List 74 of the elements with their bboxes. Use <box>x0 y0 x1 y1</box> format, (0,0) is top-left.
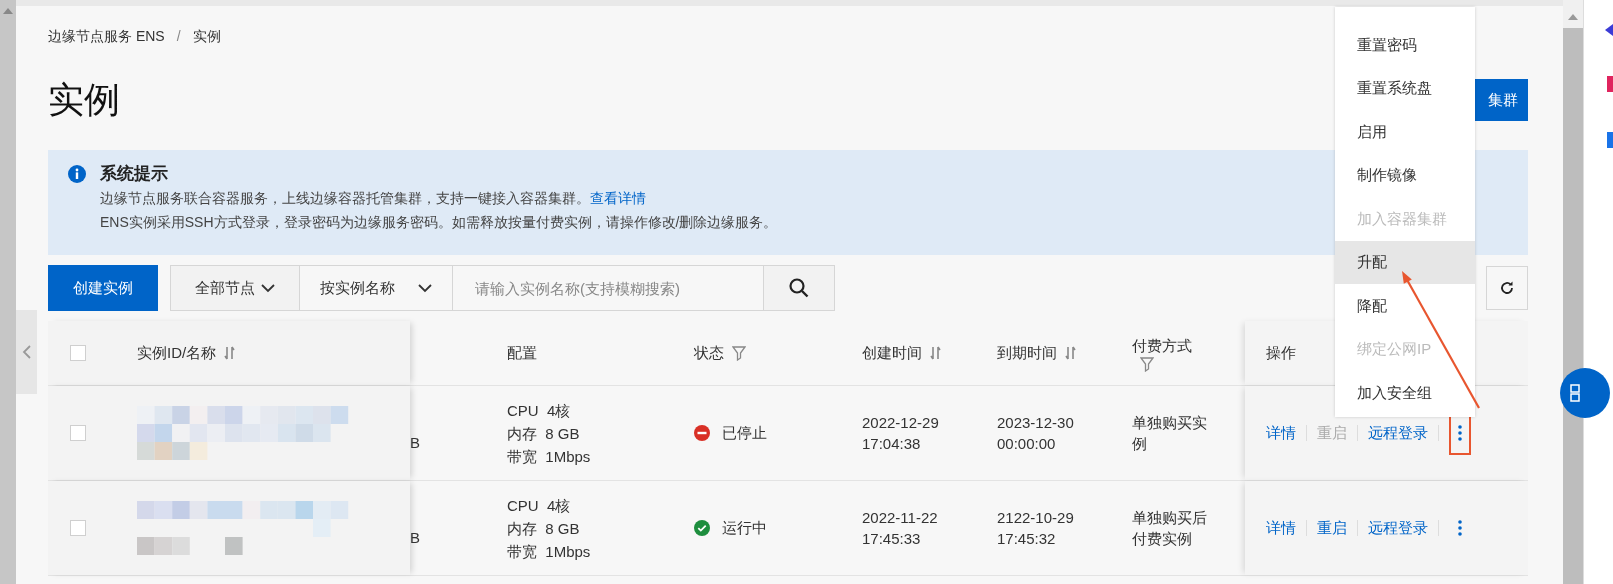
config-text: 带宽 1Mbps <box>507 446 591 467</box>
scrollbar[interactable] <box>1563 0 1583 584</box>
action-link[interactable]: 远程登录 <box>1368 421 1428 445</box>
action-link[interactable]: 详情 <box>1266 421 1296 445</box>
menu-item[interactable]: 重置密码 <box>1335 23 1475 67</box>
chevron-down-icon <box>418 283 432 293</box>
stopped-icon <box>694 425 710 441</box>
filter-icon[interactable] <box>1140 356 1154 372</box>
notice-title: 系统提示 <box>100 163 169 185</box>
action-link[interactable]: 重启 <box>1317 516 1347 540</box>
search-type-select[interactable]: 按实例名称 <box>300 265 453 311</box>
menu-item[interactable]: 重置系统盘 <box>1335 66 1475 110</box>
arrow-icon[interactable] <box>1605 24 1613 36</box>
action-link[interactable]: 远程登录 <box>1368 516 1428 540</box>
action-link[interactable]: 详情 <box>1266 516 1296 540</box>
breadcrumb-current: 实例 <box>192 26 221 46</box>
config-text: 内存 8 GB <box>507 518 581 539</box>
refresh-icon <box>1499 280 1515 296</box>
sort-icon[interactable] <box>930 346 941 360</box>
menu-item[interactable]: 降配 <box>1335 284 1475 328</box>
checkbox[interactable] <box>70 425 86 441</box>
menu-item[interactable]: 制作镜像 <box>1335 153 1475 197</box>
search-button[interactable] <box>763 265 835 311</box>
config-text: CPU 4核 <box>507 495 572 516</box>
billing-text: 单独购买后付费实例 <box>1132 508 1208 549</box>
menu-item[interactable]: 加入安全组 <box>1335 371 1475 415</box>
menu-item[interactable]: 升配 <box>1335 240 1475 284</box>
refresh-button[interactable] <box>1486 266 1528 310</box>
config-text: CPU 4核 <box>507 400 572 421</box>
column-header: 付费方式 <box>1132 335 1193 356</box>
create-instance-button[interactable]: 创建实例 <box>48 265 158 311</box>
checkbox[interactable] <box>70 345 86 361</box>
column-header: 配置 <box>507 342 537 363</box>
scrollbar[interactable] <box>0 0 16 584</box>
grid-icon <box>1570 384 1580 402</box>
info-icon <box>68 165 86 183</box>
more-icon[interactable] <box>1458 520 1462 536</box>
floating-grid-button[interactable] <box>1560 368 1610 418</box>
notice-text: ENS实例采用SSH方式登录，登录密码为边缘服务密码。如需释放按量付费实例，请操作修改/删除边缘服务。 <box>100 213 778 232</box>
column-header: 到期时间 <box>997 342 1057 363</box>
column-header: 实例ID/名称 <box>137 342 217 363</box>
config-text: 带宽 1Mbps <box>507 541 591 562</box>
checkbox[interactable] <box>70 520 86 536</box>
status-text: 已停止 <box>722 422 767 443</box>
column-header: 创建时间 <box>862 342 922 363</box>
date-time-text: 2122-10-29 17:45:32 <box>997 508 1074 549</box>
breadcrumb-separator: / <box>176 26 181 46</box>
column-header: 操作 <box>1266 342 1296 363</box>
status-text: 运行中 <box>722 517 767 538</box>
breadcrumb-link[interactable]: 边缘节点服务 ENS <box>48 25 165 47</box>
table-cell-text: B <box>410 432 420 453</box>
node-select[interactable]: 全部节点 <box>170 265 300 311</box>
details-link[interactable]: 查看详情 <box>590 190 646 206</box>
scroll-up-icon[interactable] <box>1568 14 1578 20</box>
date-time-text: 2023-12-30 00:00:00 <box>997 413 1074 454</box>
page-title: 实例 <box>48 78 120 122</box>
more-icon[interactable] <box>1458 425 1462 441</box>
sort-icon[interactable] <box>1065 346 1076 360</box>
filter-icon[interactable] <box>732 345 746 361</box>
notice-text: 边缘节点服务联合容器服务，上线边缘容器托管集群，支持一键接入容器集群。查看详情 <box>100 189 647 208</box>
search-field[interactable]: 请输入实例名称(支持模糊搜索) <box>453 265 763 311</box>
menu-item[interactable]: 启用 <box>1335 110 1475 154</box>
chevron-down-icon <box>261 283 275 293</box>
config-text: 内存 8 GB <box>507 423 581 444</box>
scroll-up-icon[interactable] <box>3 8 13 14</box>
date-time-text: 2022-11-22 17:45:33 <box>862 508 938 549</box>
chevron-left-icon <box>22 345 31 359</box>
date-time-text: 2022-12-29 17:04:38 <box>862 413 939 454</box>
sort-icon[interactable] <box>224 346 236 360</box>
column-header: 状态 <box>694 342 724 363</box>
billing-text: 单独购买实例 <box>1132 413 1208 454</box>
check-circle-icon <box>694 520 710 536</box>
table-cell-text: B <box>410 527 420 548</box>
search-icon <box>789 278 809 298</box>
